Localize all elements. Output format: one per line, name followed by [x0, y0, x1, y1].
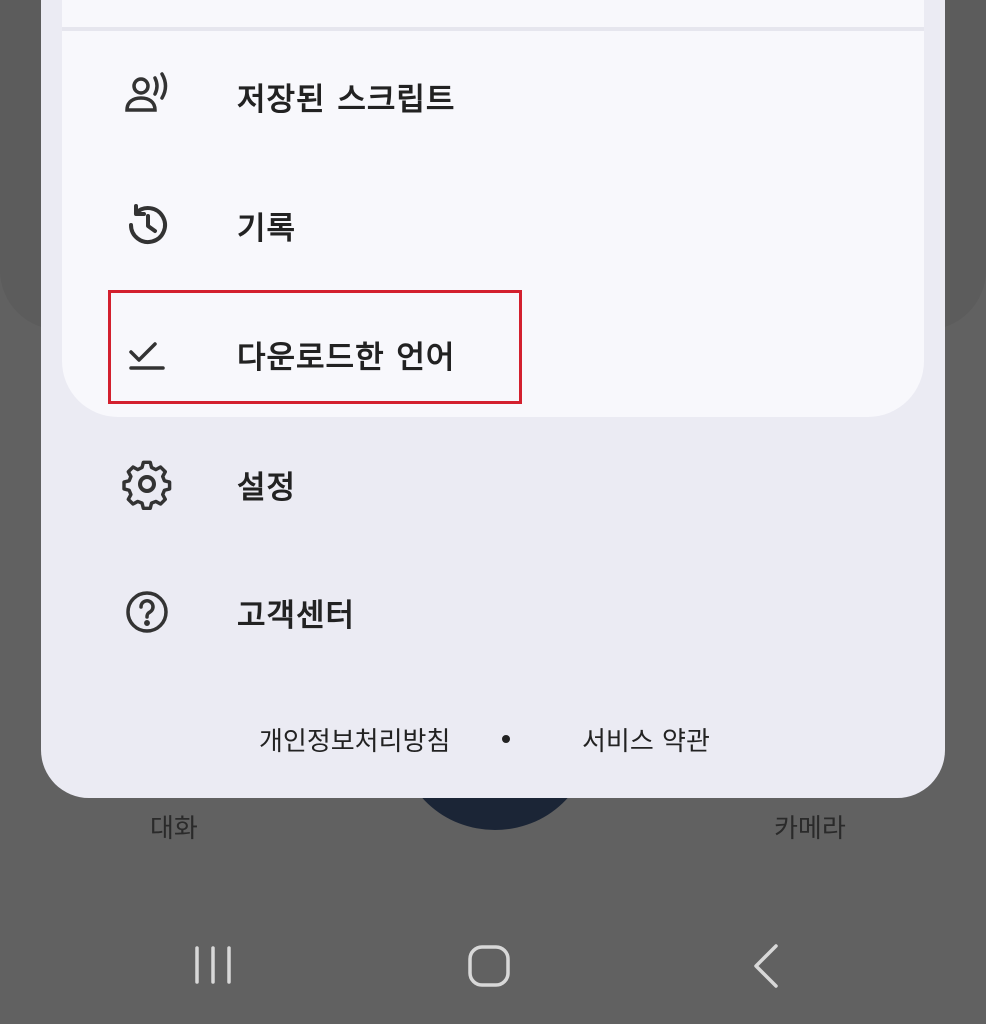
conversation-tab-label: 대화	[150, 814, 198, 844]
menu-footer: 개인정보처리방침 서비스 약관	[41, 715, 945, 765]
recent-apps-button[interactable]	[183, 936, 243, 996]
menu-item-history[interactable]: 기록	[121, 185, 721, 265]
highlight-box	[108, 290, 522, 404]
gear-icon	[121, 458, 173, 510]
privacy-policy-link[interactable]: 개인정보처리방침	[259, 721, 450, 758]
saved-scripts-icon	[121, 70, 173, 122]
menu-divider	[62, 27, 924, 31]
system-navigation-bar	[0, 900, 986, 1024]
help-icon	[121, 586, 173, 638]
menu-item-help-center[interactable]: 고객센터	[121, 572, 721, 652]
camera-tab-label: 카메라	[774, 814, 846, 844]
home-icon	[468, 945, 510, 987]
recent-apps-icon	[195, 946, 231, 984]
menu-item-saved-scripts[interactable]: 저장된 스크립트	[121, 56, 721, 136]
menu-item-label: 저장된 스크립트	[237, 81, 456, 118]
menu-item-settings[interactable]: 설정	[121, 444, 721, 524]
menu-item-label: 기록	[237, 210, 297, 247]
terms-of-service-link[interactable]: 서비스 약관	[582, 721, 710, 758]
history-icon	[121, 199, 173, 251]
menu-sheet: 저장된 스크립트 기록 다운로드한 언어 설정 고객센터 개인정보처리방침 서비…	[41, 0, 945, 798]
menu-item-label: 고객센터	[237, 597, 356, 634]
footer-separator-dot	[502, 735, 510, 743]
back-icon	[754, 944, 778, 988]
home-button[interactable]	[459, 936, 519, 996]
back-button[interactable]	[736, 936, 796, 996]
menu-item-label: 설정	[237, 469, 297, 506]
